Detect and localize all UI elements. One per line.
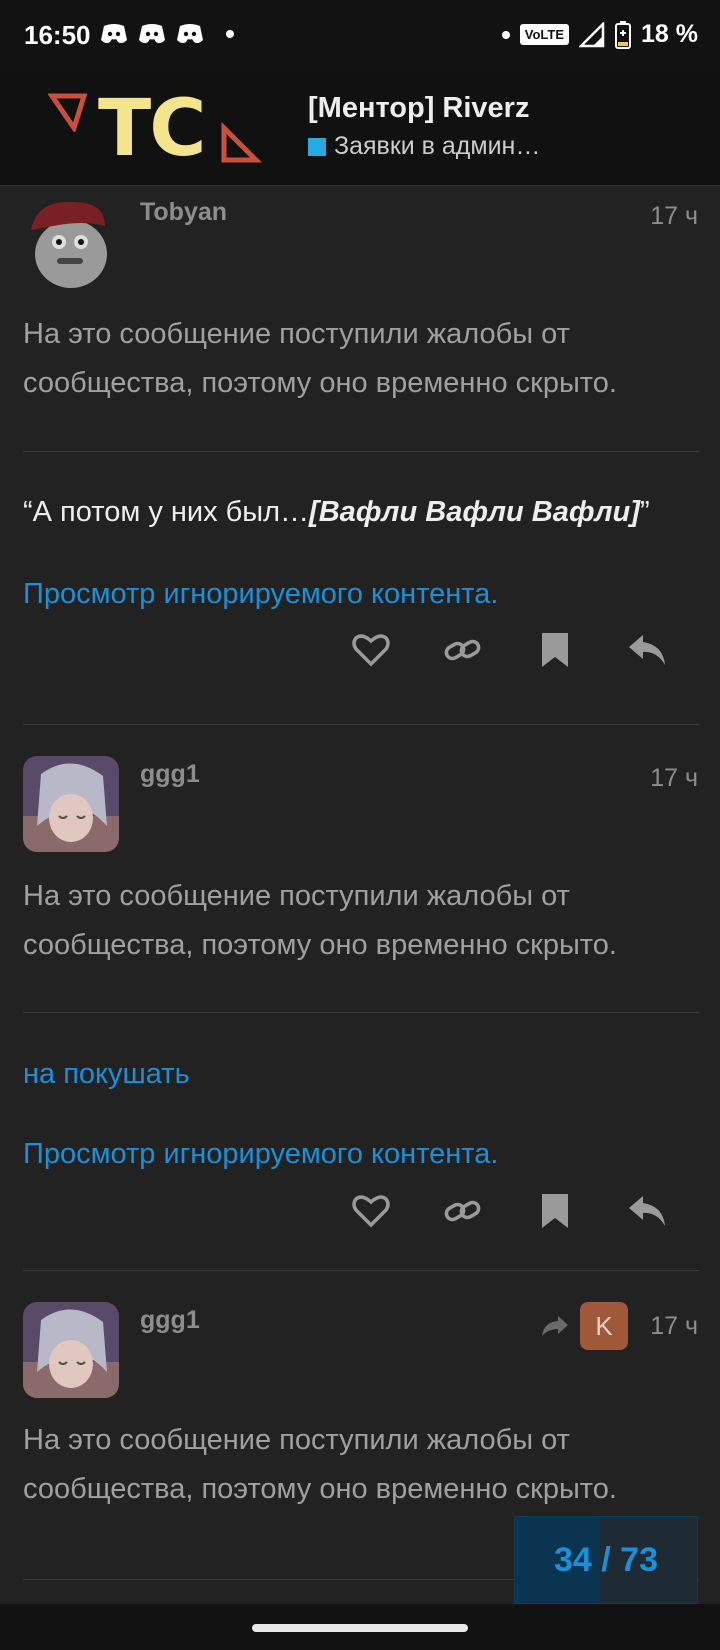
post-time[interactable]: 17 ч	[650, 1312, 698, 1341]
post-time[interactable]: 17 ч	[650, 764, 698, 793]
app-header: TC [Ментор] Riverz Заявки в админ…	[0, 72, 720, 186]
post-actions	[346, 628, 672, 672]
quote-close: ”	[639, 496, 650, 528]
home-gesture-handle[interactable]	[252, 1624, 468, 1632]
divider	[23, 1270, 699, 1271]
quote-text: “А потом у них был…	[23, 496, 310, 528]
avatar[interactable]	[23, 1302, 119, 1398]
share-arrow-icon	[542, 1316, 568, 1336]
view-ignored-content-link[interactable]: Просмотр игнорируемого контента.	[23, 1138, 498, 1171]
status-time: 16:50	[24, 20, 91, 50]
logo-triangle-right-icon	[221, 122, 262, 163]
link-icon	[444, 639, 481, 661]
site-logo[interactable]: TC	[48, 84, 263, 174]
notification-dot	[501, 30, 510, 39]
hidden-post-notice: На это сообщение поступили жалобы от соо…	[23, 880, 617, 961]
progress-total: 73	[620, 1540, 658, 1579]
like-button[interactable]	[346, 1189, 396, 1233]
category-color-badge	[308, 137, 326, 156]
topic-category[interactable]: Заявки в админ…	[308, 132, 540, 161]
avatar[interactable]	[23, 756, 119, 852]
topic-progress[interactable]: 34 / 73	[514, 1516, 698, 1604]
avatar[interactable]	[23, 194, 119, 290]
heart-icon	[352, 1195, 390, 1228]
logo-triangle-left-icon	[48, 93, 88, 132]
copy-link-button[interactable]	[438, 628, 488, 672]
reply-to-avatar: K	[580, 1302, 628, 1350]
notification-icons	[100, 22, 234, 46]
status-bar: 16:50 VoLTE 18 %	[0, 0, 720, 72]
copy-link-button[interactable]	[438, 1189, 488, 1233]
topic-title[interactable]: [Ментор] Riverz	[308, 92, 529, 125]
bookmark-icon	[542, 633, 568, 667]
progress-text: 34 / 73	[515, 1517, 697, 1603]
link-icon	[444, 1200, 481, 1222]
battery-percent: 18 %	[641, 20, 698, 48]
hidden-post-notice: На это сообщение поступили жалобы от соо…	[23, 1424, 617, 1505]
heart-icon	[352, 634, 390, 667]
hidden-post-notice: На это сообщение поступили жалобы от соо…	[23, 318, 617, 399]
system-icons: VoLTE 18 %	[501, 20, 698, 49]
reply-button[interactable]	[622, 1189, 672, 1233]
divider	[23, 451, 699, 452]
volte-badge: VoLTE	[519, 24, 570, 45]
progress-separator: /	[591, 1540, 621, 1579]
quote-bold-text: [Вафли Вафли Вафли]	[309, 496, 640, 528]
bookmark-button[interactable]	[530, 628, 580, 672]
notification-dot	[226, 30, 234, 38]
reply-button[interactable]	[622, 628, 672, 672]
logo-text: TC	[98, 84, 206, 174]
signal-icon	[579, 21, 605, 47]
bookmark-icon	[542, 1194, 568, 1228]
discord-icon	[177, 24, 203, 44]
reply-icon	[629, 635, 665, 665]
post-body-link[interactable]: на покушать	[23, 1058, 190, 1091]
reply-to-indicator[interactable]: K	[540, 1302, 628, 1350]
post-quote: “А потом у них был…[Вафли Вафли Вафли]”	[23, 496, 650, 529]
post-time[interactable]: 17 ч	[650, 202, 698, 231]
category-name: Заявки в админ…	[334, 132, 541, 160]
discord-icon	[139, 24, 165, 44]
view-ignored-content-link[interactable]: Просмотр игнорируемого контента.	[23, 578, 498, 611]
discord-icon	[101, 24, 127, 44]
like-button[interactable]	[346, 628, 396, 672]
system-nav-bar	[0, 1604, 720, 1650]
divider	[23, 724, 699, 725]
progress-current: 34	[554, 1540, 592, 1579]
username[interactable]: ggg1	[140, 760, 200, 789]
username[interactable]: Tobyan	[140, 198, 227, 227]
username[interactable]: ggg1	[140, 1306, 200, 1335]
battery-icon	[615, 20, 632, 49]
divider	[23, 1012, 699, 1013]
reply-icon	[629, 1196, 665, 1226]
bookmark-button[interactable]	[530, 1189, 580, 1233]
post-actions	[346, 1189, 672, 1233]
